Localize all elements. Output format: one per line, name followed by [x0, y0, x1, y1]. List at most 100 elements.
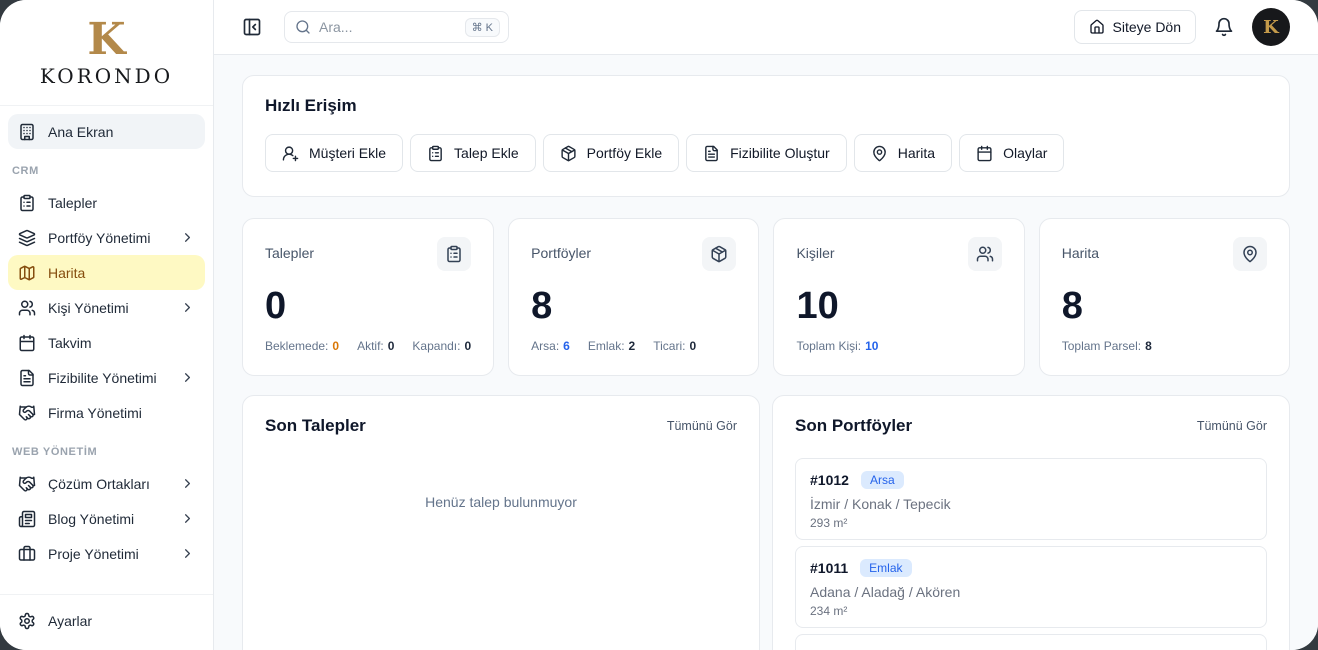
list-item[interactable]: #1011 Emlak Adana / Aladağ / Akören 234 …: [795, 546, 1267, 628]
sidebar-item-harita[interactable]: Harita: [8, 255, 205, 290]
stat-breakdown: Toplam Parsel:8: [1062, 339, 1267, 353]
back-to-site-label: Siteye Dön: [1113, 19, 1181, 35]
portfolio-id: #1012: [810, 472, 849, 488]
notifications-button[interactable]: [1214, 17, 1234, 37]
calendar-icon: [976, 145, 993, 162]
user-avatar[interactable]: K: [1252, 8, 1290, 46]
add-portfolio-button[interactable]: Portföy Ekle: [543, 134, 679, 172]
gear-icon: [18, 612, 36, 630]
list-item-partial[interactable]: [795, 634, 1267, 650]
list-item[interactable]: #1012 Arsa İzmir / Konak / Tepecik 293 m…: [795, 458, 1267, 540]
search-shortcut-badge: ⌘ K: [465, 18, 500, 37]
chevron-right-icon: [180, 546, 195, 561]
topbar: ⌘ K Siteye Dön K: [214, 0, 1318, 55]
portfolio-type-badge: Emlak: [860, 559, 911, 577]
sidebar-item-takvim[interactable]: Takvim: [8, 325, 205, 360]
sidebar-section-web-yonetim: WEB YÖNETİM: [8, 446, 205, 458]
button-label: Talep Ekle: [454, 145, 519, 161]
stat-title: Portföyler: [531, 237, 591, 261]
sidebar-footer: Ayarlar: [0, 594, 213, 650]
sidebar-item-kisi-yonetimi[interactable]: Kişi Yönetimi: [8, 290, 205, 325]
sidebar-item-label: Talepler: [48, 195, 97, 211]
user-plus-icon: [282, 145, 299, 162]
sidebar-item-proje-yonetimi[interactable]: Proje Yönetimi: [8, 536, 205, 571]
quick-access-title: Hızlı Erişim: [265, 96, 1267, 116]
add-request-button[interactable]: Talep Ekle: [410, 134, 536, 172]
search-input[interactable]: [319, 19, 457, 35]
stat-breakdown: Toplam Kişi:10: [796, 339, 1001, 353]
file-text-icon: [18, 369, 36, 387]
view-all-portfolios-link[interactable]: Tümünü Gör: [1197, 419, 1267, 433]
app-window: K KORONDO Ana Ekran CRM Talepler Portföy…: [0, 0, 1318, 650]
button-label: Olaylar: [1003, 145, 1047, 161]
panel-left-close-icon: [242, 17, 262, 37]
handshake-icon: [18, 475, 36, 493]
stat-value: 0: [265, 287, 471, 325]
stat-value: 10: [796, 287, 1001, 325]
portfolio-location: İzmir / Konak / Tepecik: [810, 496, 1252, 512]
add-customer-button[interactable]: Müşteri Ekle: [265, 134, 403, 172]
button-label: Portföy Ekle: [587, 145, 662, 161]
sidebar-item-label: Kişi Yönetimi: [48, 300, 129, 316]
stat-value: 8: [1062, 287, 1267, 325]
map-button[interactable]: Harita: [854, 134, 952, 172]
recent-requests-card: Son Talepler Tümünü Gör Henüz talep bulu…: [242, 395, 760, 650]
sidebar-item-label: Çözüm Ortakları: [48, 476, 150, 492]
main-column: ⌘ K Siteye Dön K Hızlı Erişim: [214, 0, 1318, 650]
sidebar-nav: Ana Ekran CRM Talepler Portföy Yönetimi …: [0, 106, 213, 594]
sidebar-item-label: Ana Ekran: [48, 124, 113, 140]
sidebar-item-blog-yonetimi[interactable]: Blog Yönetimi: [8, 501, 205, 536]
sidebar-item-fizibilite-yonetimi[interactable]: Fizibilite Yönetimi: [8, 360, 205, 395]
sidebar-item-portfoy-yonetimi[interactable]: Portföy Yönetimi: [8, 220, 205, 255]
quick-access-card: Hızlı Erişim Müşteri Ekle Talep Ekle Por…: [242, 75, 1290, 197]
search-box[interactable]: ⌘ K: [284, 11, 509, 43]
portfolio-area: 234 m²: [810, 604, 1252, 618]
users-icon: [18, 299, 36, 317]
newspaper-icon: [18, 510, 36, 528]
file-text-icon: [703, 145, 720, 162]
stat-value: 8: [531, 287, 736, 325]
chevron-right-icon: [180, 511, 195, 526]
portfolio-list: #1012 Arsa İzmir / Konak / Tepecik 293 m…: [795, 458, 1267, 650]
quick-access-buttons: Müşteri Ekle Talep Ekle Portföy Ekle Fiz…: [265, 134, 1267, 172]
events-button[interactable]: Olaylar: [959, 134, 1064, 172]
stat-card-portfoyler: Portföyler 8 Arsa:6 Emlak:2 Ticari:0: [508, 218, 759, 376]
sidebar: K KORONDO Ana Ekran CRM Talepler Portföy…: [0, 0, 214, 650]
briefcase-icon: [18, 545, 36, 563]
button-label: Fizibilite Oluştur: [730, 145, 830, 161]
create-feasibility-button[interactable]: Fizibilite Oluştur: [686, 134, 847, 172]
stat-title: Harita: [1062, 237, 1099, 261]
map-pin-icon: [871, 145, 888, 162]
sidebar-item-firma-yonetimi[interactable]: Firma Yönetimi: [8, 395, 205, 430]
map-pin-icon: [1241, 245, 1259, 263]
sidebar-item-ana-ekran[interactable]: Ana Ekran: [8, 114, 205, 149]
recent-requests-title: Son Talepler: [265, 416, 366, 436]
view-all-requests-link[interactable]: Tümünü Gör: [667, 419, 737, 433]
clipboard-list-icon: [18, 194, 36, 212]
portfolio-location: Adana / Aladağ / Akören: [810, 584, 1252, 600]
stat-title: Kişiler: [796, 237, 834, 261]
handshake-icon: [18, 404, 36, 422]
chevron-right-icon: [180, 370, 195, 385]
sidebar-item-label: Fizibilite Yönetimi: [48, 370, 157, 386]
sidebar-item-label: Proje Yönetimi: [48, 546, 139, 562]
portfolio-area: 293 m²: [810, 516, 1252, 530]
chevron-right-icon: [180, 300, 195, 315]
sidebar-item-cozum-ortaklari[interactable]: Çözüm Ortakları: [8, 466, 205, 501]
button-label: Müşteri Ekle: [309, 145, 386, 161]
map-icon: [18, 264, 36, 282]
sidebar-item-label: Portföy Yönetimi: [48, 230, 150, 246]
sidebar-toggle-button[interactable]: [242, 17, 262, 37]
clipboard-list-icon: [427, 145, 444, 162]
sidebar-item-ayarlar[interactable]: Ayarlar: [8, 603, 205, 638]
sidebar-item-label: Ayarlar: [48, 613, 92, 629]
bell-icon: [1214, 17, 1234, 37]
chevron-right-icon: [180, 230, 195, 245]
brand-logo: K KORONDO: [0, 0, 213, 106]
stat-card-talepler: Talepler 0 Beklemede:0 Aktif:0 Kapandı:0: [242, 218, 494, 376]
stat-card-kisiler: Kişiler 10 Toplam Kişi:10: [773, 218, 1024, 376]
sidebar-item-talepler[interactable]: Talepler: [8, 185, 205, 220]
topbar-right: Siteye Dön K: [1074, 8, 1290, 46]
portfolio-type-badge: Arsa: [861, 471, 904, 489]
back-to-site-button[interactable]: Siteye Dön: [1074, 10, 1196, 44]
